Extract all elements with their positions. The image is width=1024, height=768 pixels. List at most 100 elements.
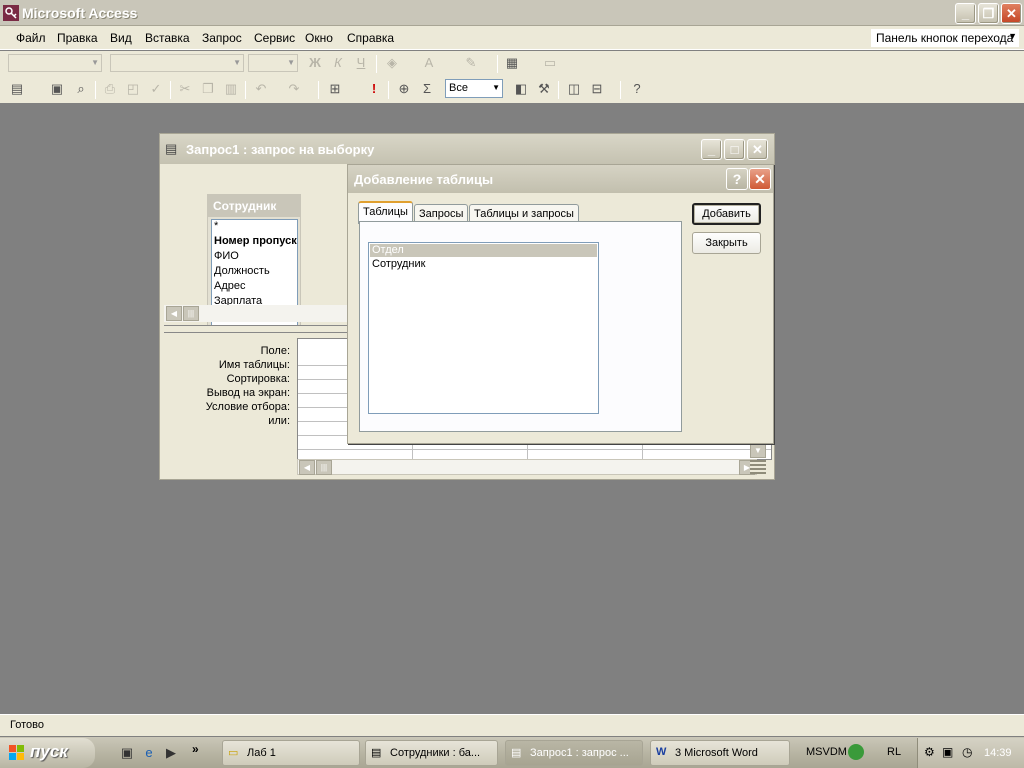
menu-insert[interactable]: Вставка [145, 31, 190, 45]
top-values-combo[interactable]: Все ▼ [445, 79, 503, 98]
app-title-bar[interactable]: Microsoft Access _ ❐ ✕ [0, 0, 1024, 26]
grid-horizontal-scrollbar[interactable]: ◀ ||| ▶ [297, 459, 757, 475]
taskbar-button-employees[interactable]: ▤ Сотрудники : ба... [365, 740, 498, 766]
field-item[interactable]: * [212, 220, 297, 235]
quicklaunch-chevron[interactable]: » [192, 742, 199, 756]
scroll-thumb[interactable]: ||| [183, 306, 199, 321]
tray-app-icon[interactable]: ⚙ [924, 745, 935, 759]
help-icon[interactable]: ? [628, 80, 646, 98]
separator [245, 81, 246, 99]
resize-grip[interactable] [750, 460, 766, 474]
close-icon: ✕ [754, 171, 766, 187]
search-icon[interactable]: ⌕ [72, 80, 90, 98]
list-item-otdel[interactable]: Отдел [370, 244, 597, 257]
windows-flag-icon [9, 745, 24, 760]
font-size-combo[interactable]: ▼ [248, 54, 298, 72]
pane-splitter[interactable] [164, 325, 348, 333]
separator [318, 81, 319, 99]
copy-icon[interactable]: ❐ [199, 80, 217, 98]
menu-help[interactable]: Справка [347, 31, 394, 45]
dialog-close-button[interactable]: ✕ [749, 168, 771, 190]
scroll-left-icon[interactable]: ◀ [299, 460, 315, 475]
add-button[interactable]: Добавить [692, 203, 761, 225]
query-type-icon[interactable]: ⊞ [326, 80, 344, 98]
underline-icon[interactable]: Ч [352, 54, 370, 72]
add-table-dialog: Добавление таблицы ? ✕ Таблицы Запросы Т… [347, 164, 774, 444]
line-color-icon[interactable]: ✎ [462, 54, 480, 72]
network-icon[interactable] [848, 744, 864, 760]
navigation-panel-select[interactable]: Панель кнопок перехода ▼ [870, 28, 1020, 48]
build-icon[interactable]: ⚒ [535, 80, 553, 98]
taskbar-button-label: 3 Microsoft Word [675, 747, 758, 759]
field-item[interactable]: ФИО [212, 250, 297, 265]
new-object-icon[interactable]: ⊟ [588, 80, 606, 98]
redo-icon[interactable]: ↷ [285, 80, 303, 98]
menu-query[interactable]: Запрос [202, 31, 242, 45]
query-minimize-button[interactable]: _ [701, 139, 722, 160]
upper-horizontal-scrollbar[interactable]: ◀ ||| [164, 305, 348, 322]
font-combo[interactable]: ▼ [110, 54, 244, 72]
chevron-down-icon: ▼ [287, 58, 295, 67]
taskbar-button-word[interactable]: W 3 Microsoft Word [650, 740, 790, 766]
dialog-help-button[interactable]: ? [726, 168, 748, 190]
object-combo[interactable]: ▼ [8, 54, 102, 72]
font-color-icon[interactable]: A [420, 54, 438, 72]
spelling-icon[interactable]: ✓ [147, 80, 165, 98]
field-item[interactable]: Адрес [212, 280, 297, 295]
menu-file[interactable]: Файл [16, 31, 46, 45]
show-desktop-icon[interactable]: ▣ [118, 744, 136, 762]
table-list[interactable]: Отдел Сотрудник [368, 242, 599, 414]
clock[interactable]: 14:39 [984, 747, 1012, 759]
field-item[interactable]: Должность [212, 265, 297, 280]
restore-button[interactable]: ❐ [978, 3, 999, 24]
scroll-left-icon[interactable]: ◀ [166, 306, 182, 321]
bold-icon[interactable]: Ж [306, 54, 324, 72]
query-close-button[interactable]: ✕ [747, 139, 768, 160]
tray-monitor-icon[interactable]: ▣ [942, 745, 953, 759]
minimize-icon: _ [961, 6, 970, 21]
internet-explorer-icon[interactable]: e [140, 744, 158, 762]
totals-icon[interactable]: Σ [418, 80, 436, 98]
properties-icon[interactable]: ◧ [512, 80, 530, 98]
gridlines-icon[interactable]: ▦ [503, 54, 521, 72]
clock-icon[interactable]: ◷ [962, 745, 972, 759]
media-player-icon[interactable]: ▶ [162, 744, 180, 762]
print-icon[interactable]: ⎙ [101, 80, 119, 98]
italic-icon[interactable]: К [329, 54, 347, 72]
menu-view[interactable]: Вид [110, 31, 132, 45]
save-icon[interactable]: ▣ [48, 80, 66, 98]
menu-tools[interactable]: Сервис [254, 31, 295, 45]
fill-color-icon[interactable]: ◈ [383, 54, 401, 72]
print-preview-icon[interactable]: ◰ [124, 80, 142, 98]
cut-icon[interactable]: ✂ [176, 80, 194, 98]
menu-window[interactable]: Окно [305, 31, 333, 45]
scroll-down-icon[interactable]: ▼ [750, 443, 766, 458]
dialog-title-bar[interactable]: Добавление таблицы ? ✕ [348, 165, 773, 193]
taskbar-button-query1[interactable]: ▤ Запрос1 : запрос ... [505, 740, 643, 766]
database-window-icon[interactable]: ◫ [565, 80, 583, 98]
taskbar-button-lab1[interactable]: ▭ Лаб 1 [222, 740, 360, 766]
run-icon[interactable]: ! [365, 80, 383, 98]
list-item-sotrudnik[interactable]: Сотрудник [370, 258, 597, 271]
undo-icon[interactable]: ↶ [252, 80, 270, 98]
start-button[interactable]: пуск [0, 738, 95, 768]
query-window-title-bar[interactable]: ▤ Запрос1 : запрос на выборку _ □ ✕ [160, 134, 774, 164]
language-indicator[interactable]: RL [887, 746, 901, 758]
dialog-title: Добавление таблицы [354, 172, 494, 187]
separator [558, 81, 559, 99]
scroll-thumb[interactable]: ||| [316, 460, 332, 475]
grid-label-field: Поле: [260, 345, 290, 357]
menu-edit[interactable]: Правка [57, 31, 98, 45]
msvdm-label: MSVDM [806, 746, 847, 758]
field-item[interactable]: Номер пропуска [212, 235, 297, 250]
show-table-icon[interactable]: ⊕ [395, 80, 413, 98]
taskbar-button-label: Лаб 1 [247, 747, 276, 759]
minimize-button[interactable]: _ [955, 3, 976, 24]
paste-icon[interactable]: ▥ [222, 80, 240, 98]
close-dialog-button[interactable]: Закрыть [692, 232, 761, 254]
close-button[interactable]: ✕ [1001, 3, 1022, 24]
special-effect-icon[interactable]: ▭ [541, 54, 559, 72]
separator [620, 81, 621, 99]
view-icon[interactable]: ▤ [8, 80, 26, 98]
query-maximize-button[interactable]: □ [724, 139, 745, 160]
